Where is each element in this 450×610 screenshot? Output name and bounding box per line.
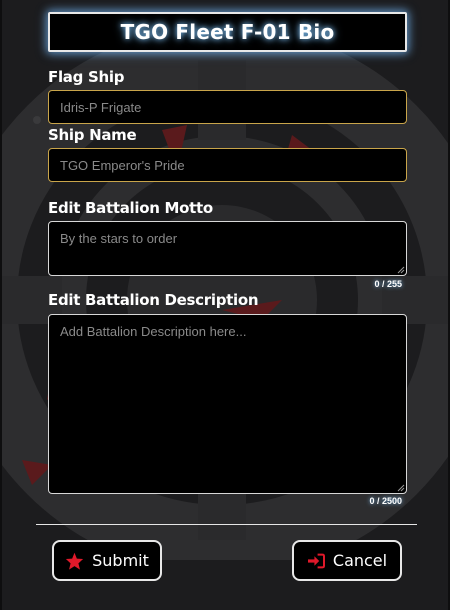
ship-name-label: Ship Name: [48, 126, 137, 144]
motto-textarea[interactable]: By the stars to order: [48, 221, 407, 276]
motto-placeholder: By the stars to order: [60, 231, 178, 246]
motto-char-counter: 0 / 255: [374, 279, 402, 289]
motto-label: Edit Battalion Motto: [48, 199, 213, 217]
description-placeholder: Add Battalion Description here...: [60, 324, 247, 339]
cancel-label: Cancel: [332, 551, 388, 570]
bio-panel: TGO Fleet F-01 Bio Flag Ship Idris-P Fri…: [0, 0, 450, 610]
page-title: TGO Fleet F-01 Bio: [120, 20, 335, 44]
flag-ship-label: Flag Ship: [48, 68, 125, 86]
resize-handle-icon[interactable]: [397, 484, 405, 492]
description-char-counter: 0 / 2500: [369, 496, 402, 506]
submit-button[interactable]: Submit: [52, 540, 162, 581]
divider: [36, 524, 417, 525]
flag-ship-input[interactable]: Idris-P Frigate: [48, 90, 407, 124]
cancel-button[interactable]: Cancel: [292, 540, 402, 581]
submit-label: Submit: [92, 551, 149, 570]
flag-ship-placeholder: Idris-P Frigate: [60, 99, 142, 115]
page-title-box: TGO Fleet F-01 Bio: [48, 12, 407, 52]
resize-handle-icon[interactable]: [397, 266, 405, 274]
ship-name-placeholder: TGO Emperor's Pride: [60, 157, 185, 173]
sign-in-icon: [307, 553, 325, 568]
description-textarea[interactable]: Add Battalion Description here...: [48, 314, 407, 494]
ship-name-input[interactable]: TGO Emperor's Pride: [48, 148, 407, 182]
star-icon: [66, 552, 84, 570]
description-label: Edit Battalion Description: [48, 291, 259, 309]
